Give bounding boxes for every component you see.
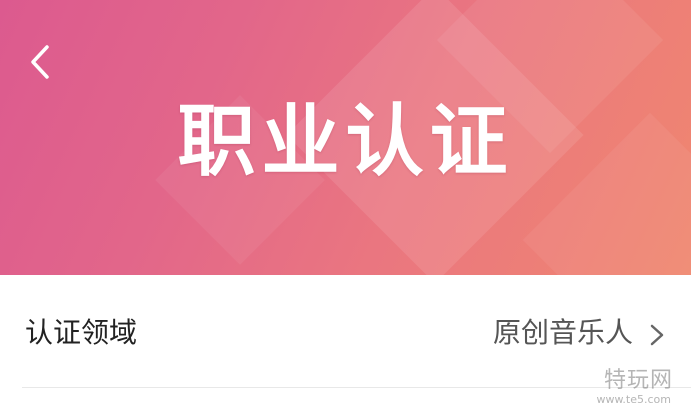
back-button[interactable] bbox=[18, 38, 62, 86]
certification-field-label: 认证领域 bbox=[25, 316, 138, 349]
certification-field-row[interactable]: 认证领域 原创音乐人 bbox=[0, 275, 691, 387]
divider bbox=[22, 387, 691, 388]
watermark-sub: www.te5.com bbox=[596, 393, 671, 406]
watermark-text: 特玩网 bbox=[603, 368, 673, 393]
certification-field-value: 原创音乐人 bbox=[492, 316, 633, 349]
chevron-left-icon bbox=[29, 44, 51, 80]
page: 职业认证 认证领域 原创音乐人 特玩网 www.te5.com bbox=[0, 0, 691, 412]
header-banner: 职业认证 bbox=[0, 0, 691, 275]
chevron-right-icon bbox=[647, 323, 667, 347]
page-title: 职业认证 bbox=[177, 97, 514, 187]
